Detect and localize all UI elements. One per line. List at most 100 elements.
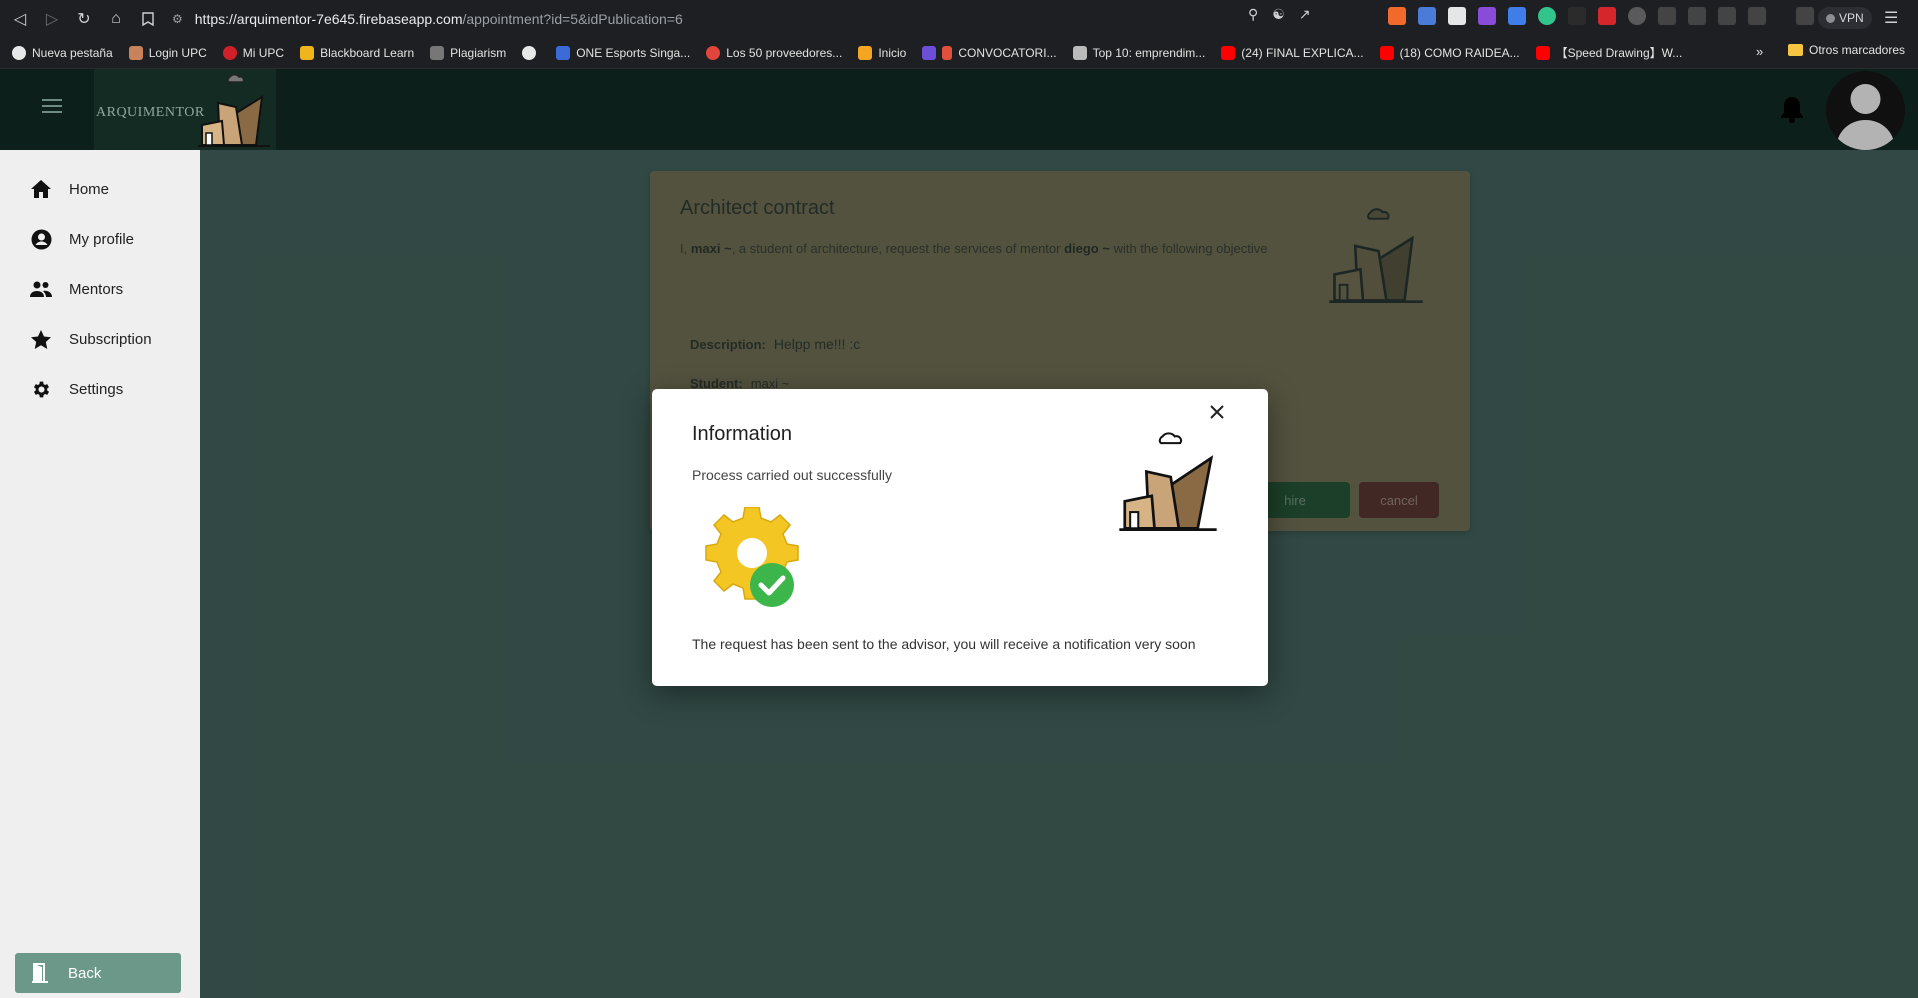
bookmark-item[interactable]: (24) FINAL EXPLICA... — [1221, 45, 1364, 60]
menu-icon[interactable] — [42, 99, 62, 113]
sidebar-item-label: My profile — [69, 230, 135, 248]
pen-ext-icon[interactable] — [1478, 7, 1496, 25]
user-avatar-icon — [1836, 84, 1895, 150]
close-icon[interactable] — [1204, 399, 1230, 425]
bookmark-item[interactable] — [522, 45, 540, 60]
wallet-icon[interactable] — [1796, 7, 1814, 25]
red-ext-icon[interactable] — [1598, 7, 1616, 25]
arquimentor-logo-icon — [1119, 432, 1217, 531]
dialog-note: The request has been sent to the advisor… — [692, 636, 1196, 652]
download-icon[interactable] — [1718, 7, 1736, 25]
share-icon[interactable]: ↗ — [1299, 6, 1311, 23]
account-circle-icon — [30, 228, 52, 250]
sidebar-item-my-profile[interactable]: My profile — [30, 226, 134, 252]
blackboard-icon — [300, 45, 315, 60]
url-path: /appointment?id=5&idPublication=6 — [462, 11, 683, 27]
mi-upc-icon — [222, 45, 237, 60]
bookmark-item[interactable]: 【Speed Drawing】W... — [1535, 44, 1682, 61]
browser-menu-icon[interactable]: ☰ — [1884, 8, 1898, 28]
sidebar-item-label: Subscription — [69, 330, 152, 348]
dialog-message: Process carried out successfully — [692, 467, 892, 483]
back-button[interactable]: Back — [15, 953, 181, 993]
gear-icon — [30, 378, 52, 400]
translate-icon[interactable]: ☯ — [1272, 6, 1285, 23]
address-bar[interactable]: ⚙ https://arquimentor-7e645.firebaseapp.… — [172, 6, 1412, 32]
people-icon — [30, 278, 52, 300]
home-icon — [30, 178, 52, 200]
user-avatar[interactable] — [1826, 71, 1905, 150]
bookmark-item[interactable]: Login UPC — [128, 45, 207, 60]
clipboard-ext-icon[interactable] — [1448, 7, 1466, 25]
youtube-icon — [1535, 45, 1550, 60]
bookmark-item[interactable]: CONVOCATORI... — [922, 45, 1057, 60]
bookmark-item[interactable]: ONE Esports Singa... — [556, 45, 690, 60]
sidebar-item-subscription[interactable]: Subscription — [30, 326, 152, 352]
exit-door-icon — [32, 963, 48, 983]
reload-icon[interactable]: ↻ — [68, 0, 100, 37]
success-gear-icon — [705, 507, 799, 607]
vpn-status-icon — [1826, 13, 1835, 23]
sidebar-item-label: Settings — [69, 380, 124, 398]
music-icon[interactable] — [1688, 7, 1706, 25]
convocatoria-icon-2 — [942, 45, 953, 60]
forward-arrow-icon[interactable]: ▷ — [36, 0, 68, 37]
hat-ext-icon[interactable] — [1568, 7, 1586, 25]
youtube-icon — [1221, 45, 1236, 60]
wave-ext-icon[interactable] — [1508, 7, 1526, 25]
one-esports-icon — [556, 45, 571, 60]
browser-toolbar: ◁ ▷ ↻ ⌂ ⚙ https://arquimentor-7e645.fire… — [0, 0, 1918, 37]
back-arrow-icon[interactable]: ◁ — [4, 0, 36, 37]
bookmark-item[interactable]: (18) COMO RAIDEA... — [1379, 45, 1520, 60]
new-tab-icon — [12, 45, 26, 60]
sidebar-item-mentors[interactable]: Mentors — [30, 276, 123, 302]
brand-name: ARQUIMENTOR — [96, 105, 205, 120]
sidebar-item-label: Mentors — [69, 280, 124, 298]
extensions-bar — [1388, 7, 1814, 25]
star-icon — [30, 328, 52, 350]
top10-icon — [1072, 45, 1087, 60]
plus-ext-icon[interactable] — [1538, 7, 1556, 25]
translate-ext-icon[interactable] — [1418, 7, 1436, 25]
bookmarks-bar: Nueva pestaña Login UPC Mi UPC Blackboar… — [0, 37, 1918, 69]
bookmark-item[interactable]: Top 10: emprendim... — [1072, 45, 1205, 60]
brave-shield-icon[interactable] — [1388, 7, 1406, 25]
plagiarism-icon — [430, 45, 445, 60]
close-ext-icon[interactable] — [1628, 7, 1646, 25]
information-dialog: Information Process carried out successf… — [652, 389, 1268, 686]
sidebar-toggle-icon[interactable] — [1748, 7, 1766, 25]
sidebar-item-home[interactable]: Home — [30, 176, 109, 202]
app-header: ARQUIMENTOR — [0, 69, 1918, 150]
sidebar-item-label: Home — [69, 180, 110, 198]
globe-icon — [522, 45, 537, 60]
home-browser-icon[interactable]: ⌂ — [100, 0, 132, 37]
puzzle-icon[interactable] — [1658, 7, 1676, 25]
back-button-label: Back — [68, 964, 102, 982]
vpn-button[interactable]: VPN — [1818, 7, 1872, 29]
login-upc-icon — [128, 45, 143, 60]
site-info-icon[interactable]: ⚙ — [172, 12, 183, 26]
arquimentor-logo-icon — [198, 74, 270, 147]
dialog-title: Information — [692, 423, 793, 445]
sidebar-item-settings[interactable]: Settings — [30, 376, 123, 402]
sidebar: Home My profile Mentors Subscription Set… — [0, 150, 200, 998]
bookmark-page-icon[interactable] — [132, 0, 164, 37]
bookmark-item[interactable]: Nueva pestaña — [12, 45, 113, 60]
bookmark-item[interactable]: Inicio — [858, 45, 906, 60]
convocatoria-icon — [922, 45, 937, 60]
brand-logo[interactable]: ARQUIMENTOR — [94, 69, 276, 150]
vpn-label: VPN — [1839, 11, 1864, 25]
notification-bell-icon[interactable] — [1780, 95, 1804, 123]
inicio-icon — [858, 45, 873, 60]
key-icon[interactable]: ⚲ — [1248, 6, 1258, 23]
other-bookmarks-folder[interactable]: Otros marcadores — [1788, 43, 1905, 57]
folder-icon — [1788, 44, 1803, 56]
address-bar-tools: ⚲ ☯ ↗ — [1248, 6, 1311, 23]
url-host: https://arquimentor-7e645.firebaseapp.co… — [194, 11, 463, 27]
bookmark-item[interactable]: Blackboard Learn — [300, 45, 414, 60]
bookmark-item[interactable]: Mi UPC — [222, 45, 284, 60]
proveedores-icon — [706, 45, 721, 60]
more-bookmarks-button[interactable]: » — [1756, 44, 1763, 59]
youtube-icon — [1379, 45, 1394, 60]
bookmark-item[interactable]: Plagiarism — [430, 45, 506, 60]
bookmark-item[interactable]: Los 50 proveedores... — [706, 45, 842, 60]
